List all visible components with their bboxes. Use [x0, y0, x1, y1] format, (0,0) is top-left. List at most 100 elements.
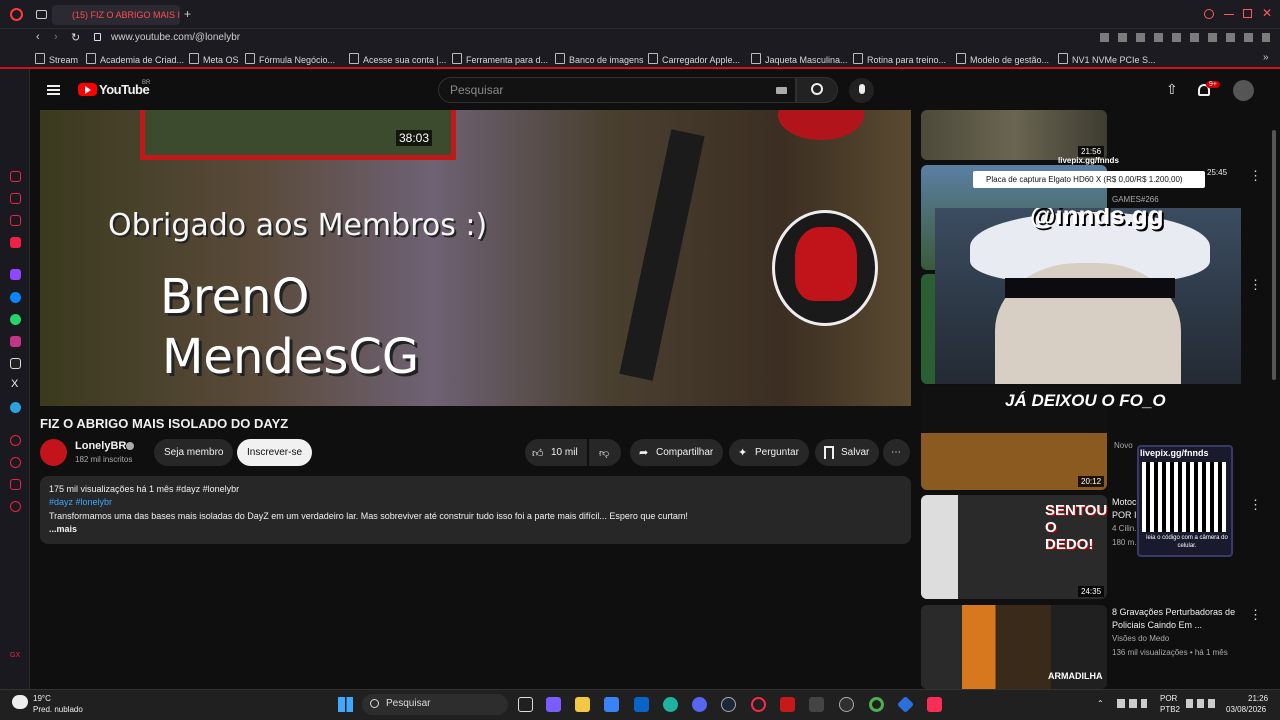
bookmark-item[interactable]: Carregador Apple... [648, 53, 740, 65]
channel-avatar[interactable] [40, 439, 67, 466]
verified-icon [126, 442, 134, 450]
edge-icon[interactable] [663, 697, 678, 712]
recommended-title[interactable]: 8 Gravações Perturbadoras de [1112, 607, 1235, 617]
opera-logo-icon[interactable] [10, 8, 23, 21]
browser-tab[interactable]: (15) FIZ O ABRIGO MAIS IS [52, 5, 180, 25]
bookmark-item[interactable]: Meta OS [189, 53, 239, 65]
whatsapp-icon[interactable] [10, 314, 21, 325]
pinboard-icon[interactable] [10, 479, 21, 490]
minimize-button[interactable] [1224, 14, 1234, 15]
speed-dial-icon[interactable] [10, 171, 21, 182]
bookmark-item[interactable]: Jaqueta Masculina... [751, 53, 848, 65]
recommended-menu-icon[interactable]: ⋮ [1249, 607, 1262, 623]
tray-icons[interactable] [1117, 699, 1147, 708]
twitch-icon[interactable] [10, 269, 21, 280]
like-count: 10 mil [551, 447, 578, 458]
recommended-title-line2[interactable]: Policiais Caindo Em ... [1112, 620, 1202, 630]
rifle-image [619, 129, 705, 381]
menu-icon[interactable] [47, 85, 60, 95]
video-player[interactable]: 38:03 Obrigado aos Membros :) BrenO Mend… [40, 110, 911, 406]
description-tags[interactable]: #dayz #lonelybr [49, 497, 112, 507]
messenger-icon[interactable] [10, 292, 21, 303]
store-icon[interactable] [604, 697, 619, 712]
tab-icon[interactable] [36, 10, 47, 19]
recommended-menu-icon[interactable]: ⋮ [1249, 277, 1262, 293]
aria-icon[interactable] [10, 193, 21, 204]
recommended-menu-icon[interactable]: ⋮ [1249, 168, 1262, 184]
reload-icon[interactable]: ↻ [71, 31, 80, 44]
forward-icon[interactable]: › [54, 31, 58, 43]
player-icon[interactable] [10, 435, 21, 446]
close-window-button[interactable]: ✕ [1262, 6, 1272, 20]
description-text: Transformamos uma das bases mais isolada… [49, 511, 688, 521]
channel-name[interactable]: LonelyBR [75, 440, 126, 452]
obs-icon[interactable] [839, 697, 854, 712]
network-volume-icons[interactable] [1186, 699, 1216, 708]
extensions-icon[interactable] [10, 215, 21, 226]
steam-icon[interactable] [721, 697, 736, 712]
clock-time[interactable]: 21:26 [1248, 694, 1268, 703]
start-icon[interactable] [338, 697, 353, 712]
tiktok-icon[interactable] [10, 358, 21, 369]
streaming-app-icon[interactable] [780, 697, 795, 712]
language-line1[interactable]: POR [1160, 694, 1177, 703]
join-button[interactable]: Seja membro [154, 439, 234, 466]
bookmark-item[interactable]: Fórmula Negócio... [245, 53, 335, 65]
bookmarks-overflow-icon[interactable]: » [1263, 52, 1269, 63]
maximize-button[interactable] [1243, 9, 1252, 18]
search-button[interactable] [796, 77, 838, 103]
search-icon [370, 699, 379, 708]
search-input[interactable]: Pesquisar [438, 77, 796, 103]
bookmark-item[interactable]: Banco de imagens [555, 53, 644, 65]
history-icon[interactable] [10, 457, 21, 468]
url-field[interactable]: www.youtube.com/@lonelybr [111, 32, 240, 43]
taskbar-search[interactable]: Pesquisar [362, 694, 508, 715]
voice-search-button[interactable] [849, 78, 874, 103]
instagram-icon[interactable] [10, 336, 21, 347]
clock-date[interactable]: 03/08/2026 [1226, 705, 1266, 714]
bookmark-item[interactable]: Modelo de gestão... [956, 53, 1049, 65]
new-tab-button[interactable]: + [184, 7, 191, 21]
capture-app-icon[interactable] [809, 697, 824, 712]
gx-icon[interactable]: GX [10, 652, 20, 659]
music-icon[interactable] [927, 697, 942, 712]
dislike-button[interactable]: 👎︎ [589, 439, 621, 466]
more-actions-button[interactable]: ⋯ [883, 439, 910, 466]
bookmark-item[interactable]: NV1 NVMe PCIe S... [1058, 53, 1156, 65]
upload-icon[interactable]: ⇧ [1166, 81, 1178, 98]
language-line2[interactable]: PTB2 [1160, 705, 1180, 714]
task-view-icon[interactable] [518, 697, 533, 712]
bookmark-item[interactable]: Stream [35, 53, 78, 65]
weather-desc[interactable]: Pred. nublado [33, 705, 83, 714]
weather-temp[interactable]: 19°C [33, 694, 51, 703]
weather-icon[interactable] [12, 695, 28, 709]
outlook-icon[interactable] [634, 697, 649, 712]
search-tabs-icon[interactable] [1204, 9, 1214, 19]
keyboard-icon[interactable] [776, 87, 787, 94]
tray-overflow-icon[interactable]: ⌃ [1097, 699, 1104, 708]
discord-icon[interactable] [692, 697, 707, 712]
bookmark-item[interactable]: Academia de Criad... [86, 53, 184, 65]
thanks-text: Obrigado aos Membros :) [108, 208, 488, 243]
back-icon[interactable]: ‹ [36, 31, 40, 43]
bookmark-item[interactable]: Rotina para treino... [853, 53, 946, 65]
chrome-icon[interactable] [869, 697, 884, 712]
x-twitter-icon[interactable]: X [11, 378, 18, 390]
show-more-link[interactable]: ...mais [49, 524, 77, 534]
settings-icon[interactable] [10, 501, 21, 512]
opera-gx-icon[interactable] [751, 697, 766, 712]
email-icon[interactable] [10, 237, 21, 248]
page-scrollbar[interactable] [1272, 130, 1276, 380]
telegram-icon[interactable] [10, 402, 21, 413]
bookmark-item[interactable]: Ferramenta para d... [452, 53, 548, 65]
account-avatar[interactable] [1233, 80, 1254, 101]
recommended-menu-icon[interactable]: ⋮ [1249, 497, 1262, 513]
bookmark-item[interactable]: Acesse sua conta |... [349, 53, 446, 65]
subscriber-count: 182 mil inscritos [75, 455, 133, 464]
youtube-logo-icon[interactable] [78, 83, 97, 96]
browser-toolbar-icons[interactable] [1100, 33, 1270, 42]
widgets-icon[interactable] [546, 697, 561, 712]
subscribe-button[interactable]: Inscrever-se [237, 439, 313, 466]
thumbs-up-icon: 👍︎ [532, 448, 544, 460]
file-explorer-icon[interactable] [575, 697, 590, 712]
